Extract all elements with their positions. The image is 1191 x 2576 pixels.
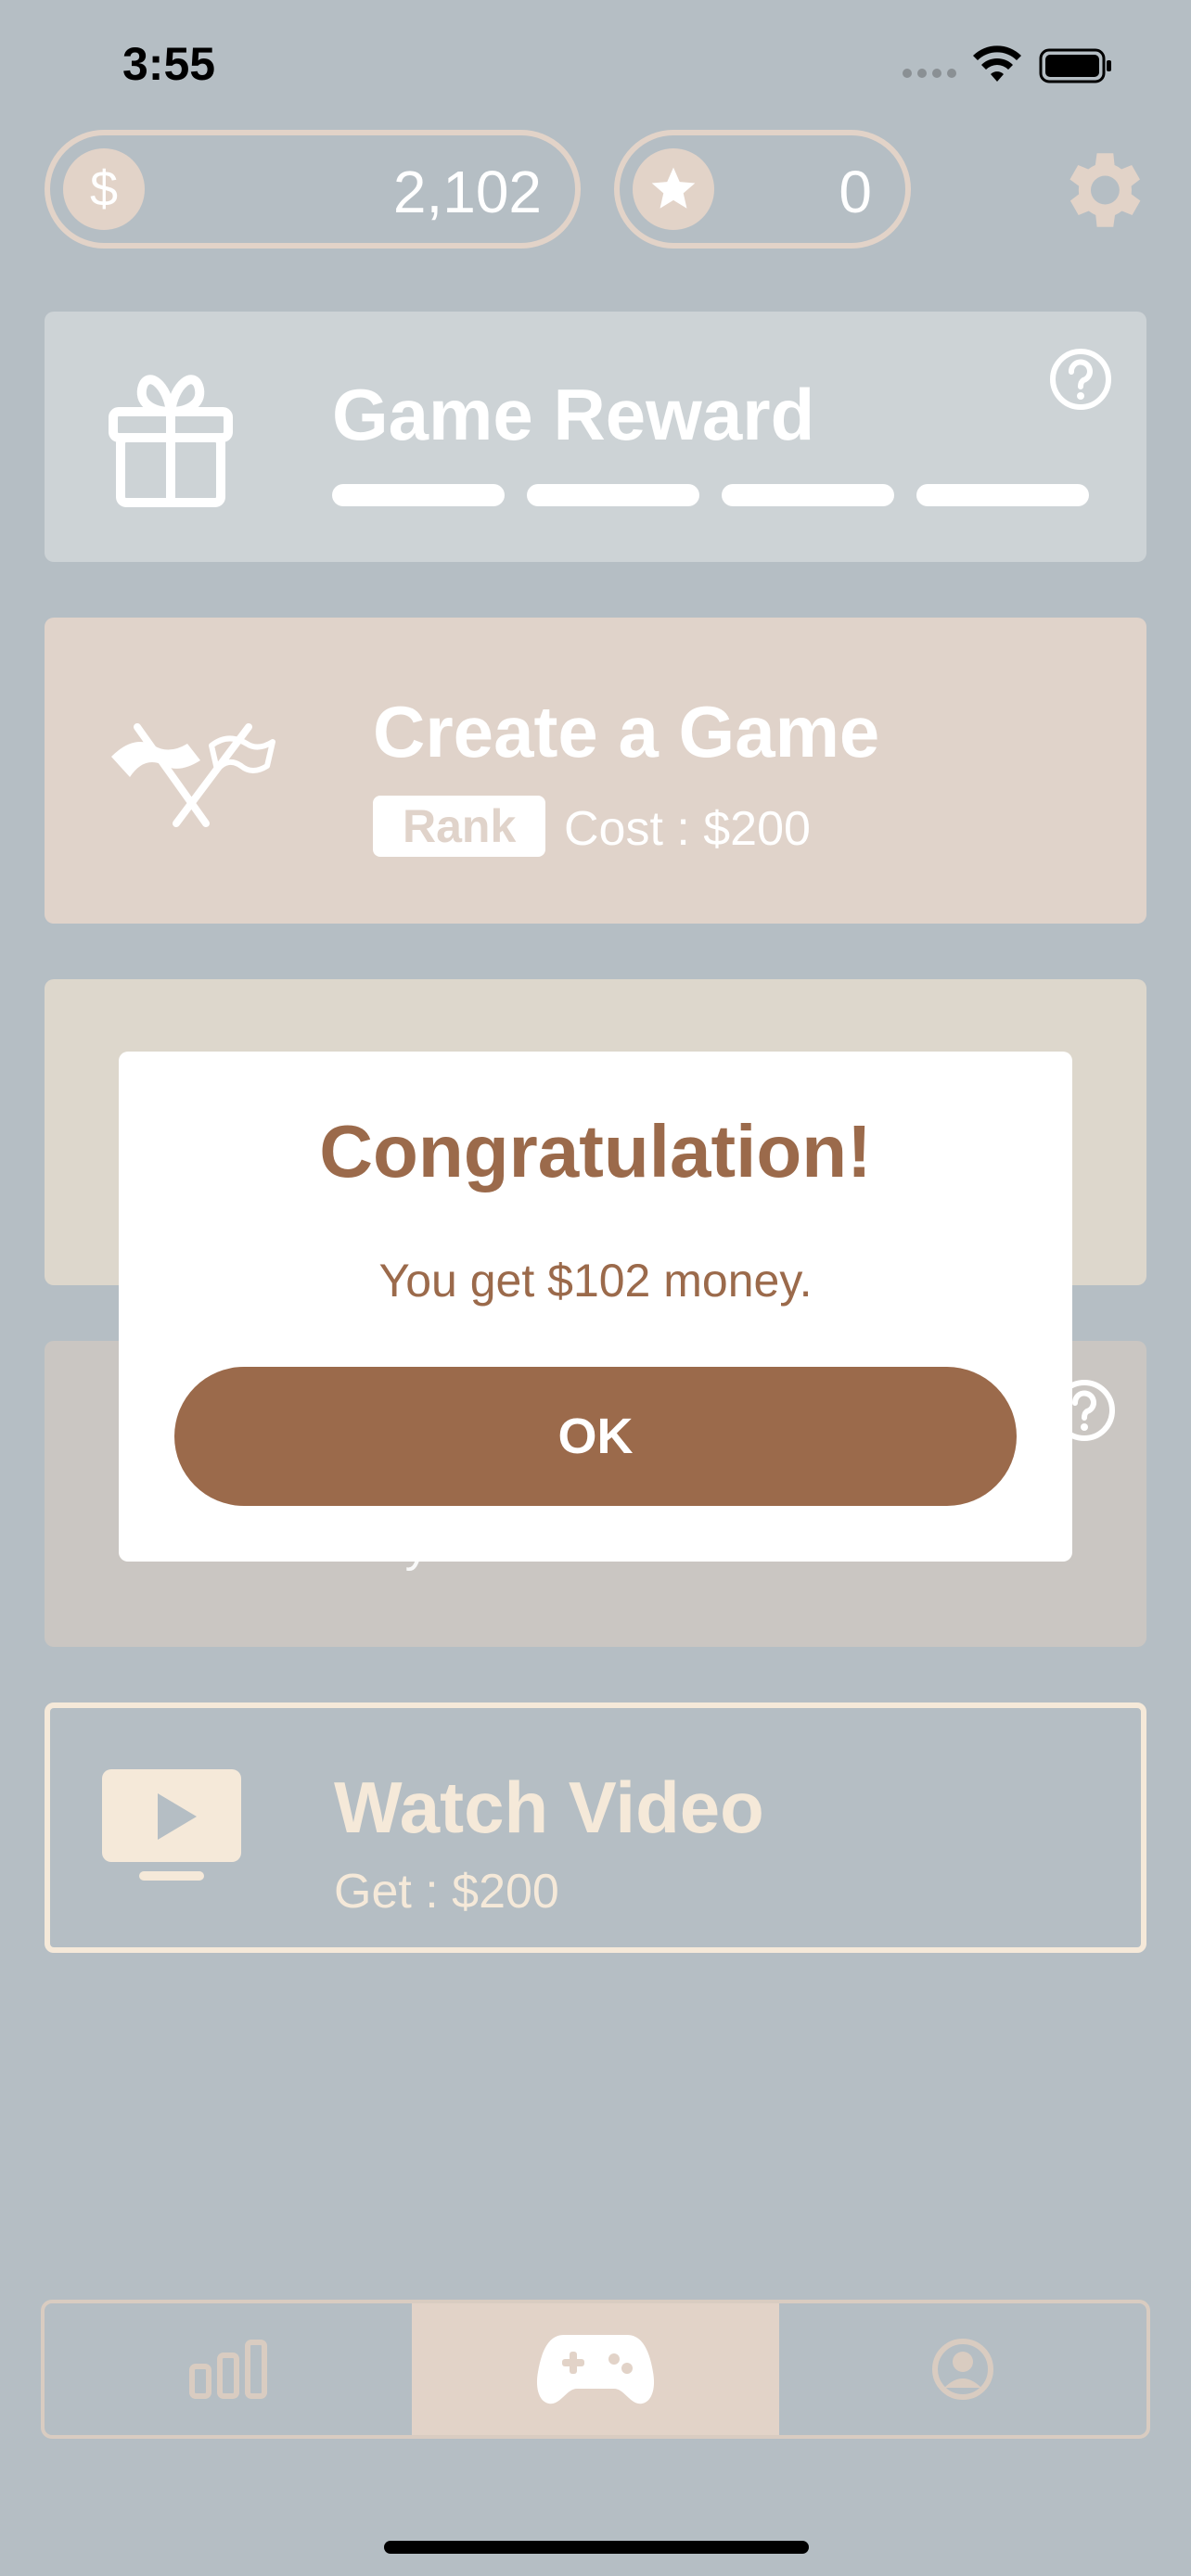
game-reward-title: Game Reward xyxy=(332,374,815,455)
progress-segment xyxy=(332,484,505,506)
video-play-icon xyxy=(102,1769,241,1881)
progress-segment xyxy=(916,484,1089,506)
watch-video-card[interactable]: Watch Video Get : $200 xyxy=(45,1702,1146,1953)
money-value: 2,102 xyxy=(392,159,542,225)
tab-games[interactable] xyxy=(412,2303,779,2435)
star-icon xyxy=(633,148,714,230)
battery-icon xyxy=(1039,48,1111,83)
progress-segment xyxy=(527,484,699,506)
gamepad-icon xyxy=(536,2335,655,2404)
progress-segment xyxy=(722,484,894,506)
game-reward-card[interactable]: Game Reward xyxy=(45,312,1146,562)
settings-gear-icon[interactable] xyxy=(1052,141,1150,239)
tab-leaderboard[interactable] xyxy=(45,2303,412,2435)
rank-badge: Rank xyxy=(373,796,546,857)
dialog-message: You get $102 money. xyxy=(378,1255,813,1307)
create-game-cost: Cost : $200 xyxy=(564,802,811,856)
home-indicator xyxy=(384,2541,809,2554)
profile-icon xyxy=(932,2339,993,2400)
dollar-icon: $ xyxy=(63,148,145,230)
watch-video-title: Watch Video xyxy=(334,1766,764,1848)
bottom-tab-bar xyxy=(41,2300,1150,2439)
chart-bars-icon xyxy=(189,2340,267,2399)
ok-button[interactable]: OK xyxy=(174,1367,1017,1506)
stars-balance: 0 xyxy=(614,130,911,249)
reward-progress xyxy=(332,484,1089,506)
congratulation-dialog: Congratulation! You get $102 money. OK xyxy=(119,1052,1072,1562)
watch-video-reward: Get : $200 xyxy=(334,1865,559,1919)
stars-value: 0 xyxy=(839,159,872,225)
signal-icon xyxy=(903,69,956,78)
create-game-title: Create a Game xyxy=(373,691,880,772)
status-time: 3:55 xyxy=(122,38,216,90)
create-game-card[interactable]: Create a Game Rank Cost : $200 xyxy=(45,618,1146,924)
wifi-icon xyxy=(973,45,1021,82)
gift-icon xyxy=(109,375,233,507)
tab-profile[interactable] xyxy=(779,2303,1146,2435)
money-balance: $ 2,102 xyxy=(45,130,581,249)
crossed-flags-icon xyxy=(111,723,275,827)
dialog-title: Congratulation! xyxy=(319,1110,872,1192)
help-icon[interactable] xyxy=(1048,347,1113,412)
